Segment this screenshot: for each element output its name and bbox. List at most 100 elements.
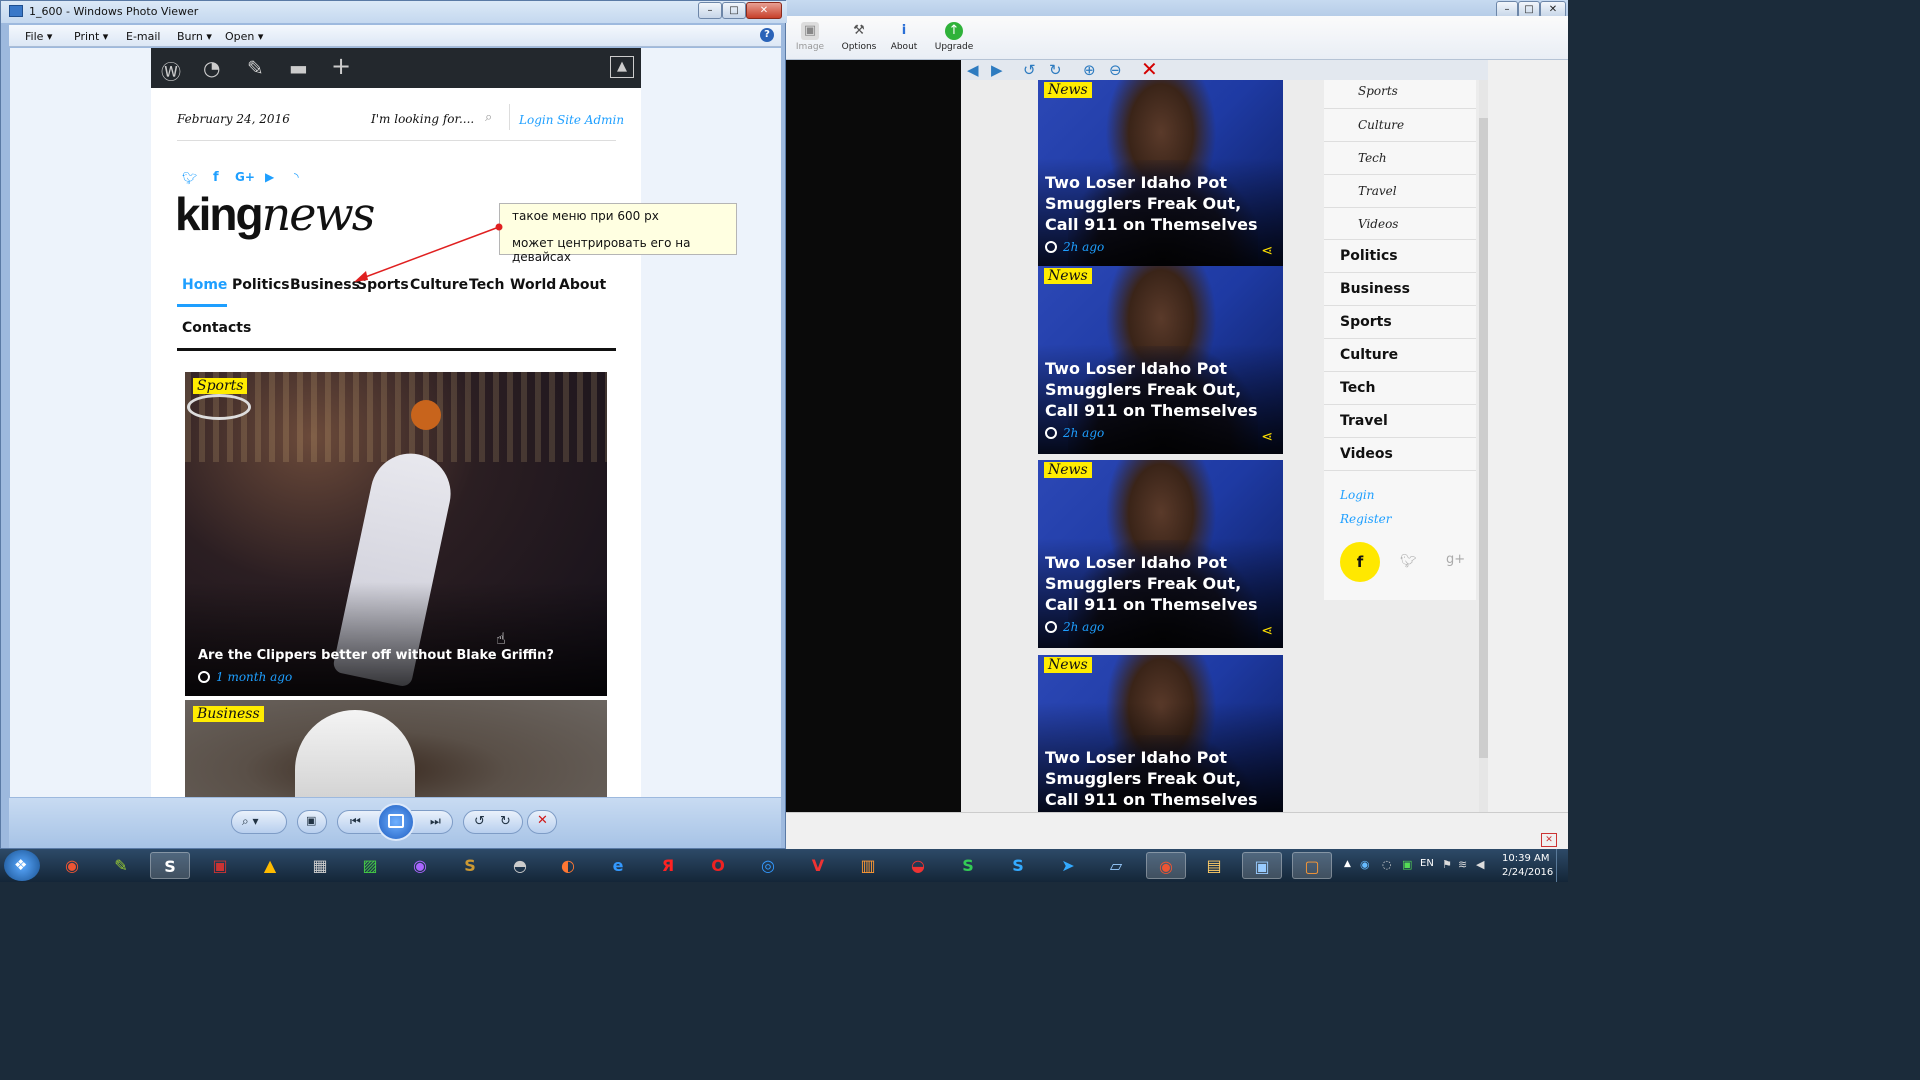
news-tag[interactable]: News [1044, 82, 1092, 98]
sidebar-sub-travel[interactable]: Travel [1324, 175, 1476, 208]
notepad-plus-icon[interactable]: ✎ [101, 852, 141, 879]
rss-icon[interactable]: ◝ [294, 170, 299, 184]
anydesk-icon[interactable]: ◒ [898, 852, 938, 879]
telegram-icon[interactable]: ➤ [1048, 852, 1088, 879]
nav-home[interactable]: Home [182, 277, 227, 293]
s-app-icon[interactable]: S [150, 852, 190, 879]
share-icon[interactable]: ⋖ [1261, 429, 1273, 445]
zoom-button[interactable]: ⌕ ▾ [231, 810, 287, 834]
sidebar-login-link[interactable]: Login [1340, 488, 1374, 502]
twitter-icon[interactable]: 🐦︎ [182, 171, 197, 185]
nav-contacts[interactable]: Contacts [182, 320, 251, 336]
card-title[interactable]: Two Loser Idaho Pot Smugglers Freak Out,… [1045, 172, 1280, 235]
sidebar-sub-sports[interactable]: Sports [1324, 80, 1476, 109]
start-button[interactable]: ❖ [4, 850, 40, 881]
news-card[interactable]: News Two Loser Idaho Pot Smugglers Freak… [1038, 655, 1283, 812]
delete-button[interactable]: ✕ [527, 810, 557, 834]
previous-icon[interactable]: ⏮ [350, 814, 361, 829]
help-icon[interactable]: ? [760, 28, 774, 42]
search-icon[interactable]: ⌕ [485, 110, 492, 125]
scrollbar-thumb[interactable] [1479, 118, 1488, 758]
sidebar-travel[interactable]: Travel [1324, 405, 1476, 438]
s-green-icon[interactable]: S [948, 852, 988, 879]
ribbon-upgrade-button[interactable]: ↑ Upgrade [932, 22, 976, 52]
post-category-tag[interactable]: Business [193, 706, 264, 722]
zoom-out-icon[interactable]: ⊖ [1109, 61, 1122, 79]
tray-volume-icon[interactable]: ◀︎ [1476, 858, 1484, 871]
sidebar-videos[interactable]: Videos [1324, 438, 1476, 471]
nav-about[interactable]: About [559, 277, 606, 293]
sidebar-sub-culture[interactable]: Culture [1324, 109, 1476, 142]
sidebar-politics[interactable]: Politics [1324, 240, 1476, 273]
zoom-in-icon[interactable]: ⊕ [1083, 61, 1096, 79]
featured-post-sports[interactable]: Sports Are the Clippers better off witho… [185, 372, 607, 696]
login-link[interactable]: Login [519, 113, 553, 127]
dashboard-icon[interactable]: ◔ [203, 56, 220, 80]
delete-icon[interactable]: ✕ [1141, 57, 1158, 81]
explorer-icon[interactable]: ▤ [1194, 852, 1234, 879]
tray-network-icon[interactable]: ◌ [1382, 858, 1392, 871]
tray-flag-icon[interactable]: ⚑ [1442, 858, 1452, 871]
menu-file[interactable]: File ▾ [25, 30, 52, 43]
close-button[interactable]: ✕ [746, 2, 782, 19]
tray-wifi-icon[interactable]: ≋ [1458, 858, 1467, 871]
rotate-right-icon[interactable]: ↻ [500, 814, 511, 829]
ribbon-options-button[interactable]: ⚒ Options [837, 22, 881, 52]
news-card[interactable]: News Two Loser Idaho Pot Smugglers Freak… [1038, 460, 1283, 648]
theme-icon[interactable]: ▲ [610, 56, 634, 78]
featured-post-business[interactable]: Business [185, 700, 607, 797]
sidebar-sub-tech[interactable]: Tech [1324, 142, 1476, 175]
twitter-icon[interactable]: 🐦︎ [1400, 554, 1417, 569]
wordpress-icon[interactable]: Ⓦ [161, 56, 181, 85]
vivaldi-icon[interactable]: V [798, 852, 838, 879]
vertical-scrollbar[interactable] [1479, 80, 1488, 812]
brush-icon[interactable]: ✎ [247, 56, 264, 80]
youtube-icon[interactable]: ▶ [265, 170, 274, 184]
sidebar-sub-videos[interactable]: Videos [1324, 208, 1476, 240]
clock-date[interactable]: 2/24/2016 [1502, 867, 1553, 878]
chrome-active-icon[interactable]: ◉ [1146, 852, 1186, 879]
ribbon-image-button[interactable]: ▣ Image [788, 22, 832, 52]
share-icon[interactable]: ⋖ [1261, 243, 1273, 259]
opera-icon[interactable]: O [698, 852, 738, 879]
next-icon[interactable]: ⏭ [430, 814, 441, 829]
news-tag[interactable]: News [1044, 657, 1092, 673]
nav-politics[interactable]: Politics [232, 277, 290, 293]
chrome-icon[interactable]: ◉ [52, 852, 92, 879]
sidebar-culture[interactable]: Culture [1324, 339, 1476, 372]
notes-app-icon[interactable]: ▱ [1096, 852, 1136, 879]
blue-app-icon[interactable]: ◎ [748, 852, 788, 879]
rotate-right-icon[interactable]: ↻ [1049, 61, 1062, 79]
share-icon[interactable]: ⋖ [1261, 623, 1273, 639]
facebook-icon[interactable]: f [213, 170, 219, 185]
sublime-text-icon[interactable]: S [450, 852, 490, 879]
calculator-icon[interactable]: ▦ [300, 852, 340, 879]
photo-viewer-taskbar-icon[interactable]: ▣ [1242, 852, 1282, 879]
nav-world[interactable]: World [510, 277, 556, 293]
search-input[interactable]: I'm looking for.... [371, 112, 474, 126]
facebook-icon[interactable]: f [1340, 542, 1380, 582]
sidebar-business[interactable]: Business [1324, 273, 1476, 306]
internet-explorer-icon[interactable]: e [598, 852, 638, 879]
tray-green-icon[interactable]: ▣ [1402, 858, 1412, 871]
forward-icon[interactable]: ▶ [991, 61, 1003, 79]
clock-time[interactable]: 10:39 AM [1502, 853, 1549, 864]
rotate-left-icon[interactable]: ↺ [1023, 61, 1036, 79]
card-title[interactable]: Two Loser Idaho Pot Smugglers Freak Out,… [1045, 747, 1280, 810]
hive-app-icon[interactable]: ▥ [848, 852, 888, 879]
site-admin-link[interactable]: Site Admin [557, 113, 624, 127]
menu-email[interactable]: E-mail [126, 30, 161, 43]
actual-size-button[interactable]: ▣ [297, 810, 327, 834]
rotate-left-icon[interactable]: ↺ [474, 814, 485, 829]
menu-open[interactable]: Open ▾ [225, 30, 263, 43]
slideshow-button[interactable] [377, 803, 415, 841]
news-card[interactable]: News Two Loser Idaho Pot Smugglers Freak… [1038, 266, 1283, 454]
add-new-icon[interactable]: + [331, 52, 351, 80]
tray-expand-icon[interactable]: ▲ [1344, 859, 1351, 869]
google-plus-icon[interactable]: g+ [1446, 552, 1465, 567]
yandex-browser-icon[interactable]: Я [648, 852, 688, 879]
skype-icon[interactable]: S [998, 852, 1038, 879]
phpstorm-icon[interactable]: ▨ [350, 852, 390, 879]
post-title[interactable]: Are the Clippers better off without Blak… [198, 648, 554, 663]
card-title[interactable]: Two Loser Idaho Pot Smugglers Freak Out,… [1045, 552, 1280, 615]
